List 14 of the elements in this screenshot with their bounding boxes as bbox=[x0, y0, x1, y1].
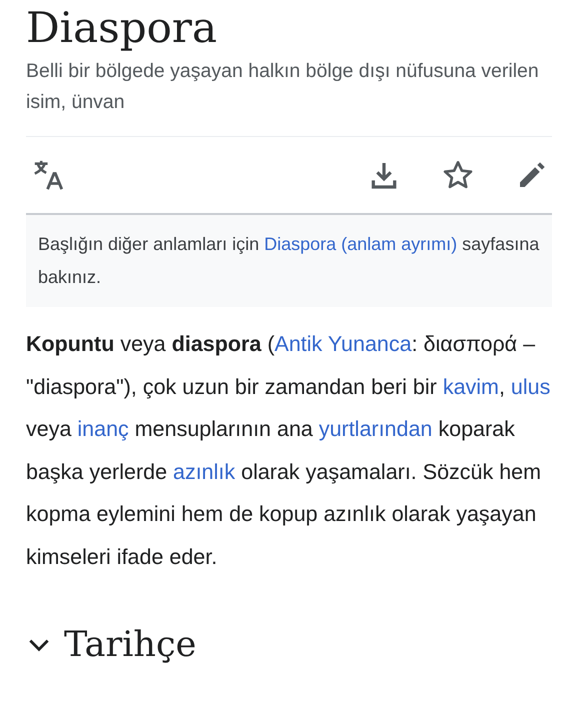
language-icon[interactable] bbox=[32, 158, 66, 192]
section-heading[interactable]: Tarihçe bbox=[64, 622, 196, 668]
disambiguation-link[interactable]: Diaspora (anlam ayrımı) bbox=[264, 234, 458, 254]
hatnote: Başlığın diğer anlamları için Diaspora (anlam ayrımı) sayfasına bakınız. bbox=[26, 215, 552, 307]
article-link[interactable]: azınlık bbox=[173, 460, 236, 484]
article-paragraph: Kopuntu veya diaspora (Antik Yunanca: διασπορά – "diaspora"), çok uzun bir zamandan beri bir kavim, ulus veya inanç mensuplarının ana yurtlarından koparak başka yerlerde azınlık olarak yaşamaları. Sözcük hem kopma eylemini hem de kopup azınlık olarak yaşayan kimseleri ifade eder. bbox=[26, 331, 552, 570]
article-link[interactable]: inanç bbox=[77, 417, 129, 441]
article-link[interactable]: ulus bbox=[510, 374, 550, 398]
article-link[interactable]: kavim bbox=[442, 374, 499, 398]
page-description: Belli bir bölgede yaşayan halkın bölge dışı nüfusuna verilen isim, ünvan bbox=[26, 56, 552, 137]
article-link[interactable]: yurtlarından bbox=[318, 417, 432, 441]
page-title: Diaspora bbox=[26, 2, 218, 54]
star-icon[interactable] bbox=[442, 159, 474, 191]
article-link[interactable]: Antik Yunanca bbox=[274, 332, 412, 356]
